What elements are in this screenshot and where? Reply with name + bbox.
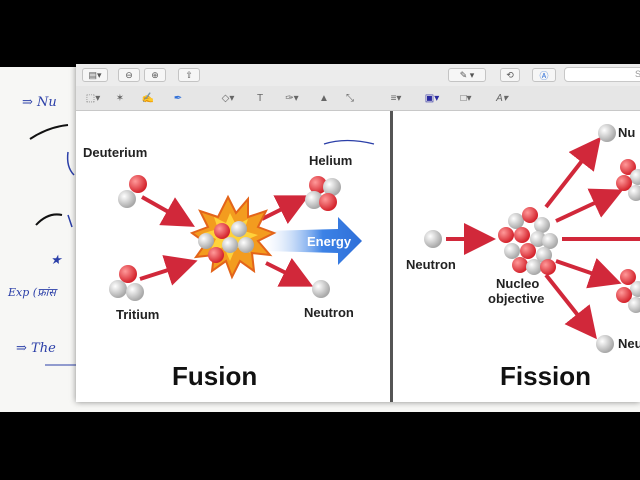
heavy-nucleus [498,207,558,275]
helium-proton [319,193,337,211]
sign-button[interactable]: ✑▾ [280,91,304,105]
zoom-out-icon: ⊖ [125,69,133,80]
preview-window: ▤▾ ⊖ ⊕ ⇧ ✎ ▾ ⟲ Ⓐ S ⬚▾ ✶ ✍ ✒ ◇▾ T ✑▾ ▲ ⤡ … [76,64,640,402]
tritium-label: Tritium [116,307,160,322]
pen-markup-button[interactable]: ✎ ▾ [448,68,486,82]
fission-neutron-arrow-top [544,136,601,209]
markup-toolbar: ⬚▾ ✶ ✍ ✒ ◇▾ T ✑▾ ▲ ⤡ ≡▾ ▣▾ □▾ A▾ [76,86,640,111]
search-placeholder: S [635,69,640,79]
fusion-neutron-label: Neutron [304,305,354,320]
fission-product-neutron-bottom [596,335,614,353]
text-style-button[interactable]: A▾ [490,91,514,105]
sidebar-toggle-button[interactable]: ▤▾ [82,68,108,82]
adjust-color-button[interactable]: ▲ [316,91,332,105]
helium-label: Helium [309,153,353,168]
deuterium-label: Deuterium [83,145,148,160]
draw-icon: ✒ [173,92,183,104]
deuterium-proton [129,175,147,193]
fill-color-button[interactable]: □▾ [454,91,478,105]
document-view: Deuterium Tritium Helium Neutron Energy … [76,111,640,402]
fusing-neutron [231,221,247,237]
instant-alpha-button[interactable]: ✶ [112,91,128,105]
fission-fragment-arrow-top [555,188,624,223]
magic-wand-icon: ✶ [115,92,125,104]
nucleus-label-line1: Nucleo [496,276,540,291]
helium-arrow [261,195,310,225]
nucleus-label-line2: objective [488,291,545,306]
adjust-color-icon: ▲ [319,92,329,104]
sketch-button[interactable]: ✍ [140,91,156,105]
fission-neutron-label: Neutron [406,257,456,272]
rotate-button[interactable]: ⟲ [500,68,520,82]
shapes-icon: ◇▾ [221,92,235,104]
rotate-icon: ⟲ [506,69,514,80]
share-button[interactable]: ⇧ [178,68,200,82]
resize-icon: ⤡ [346,92,354,104]
selection-rectangle-icon: ⬚▾ [85,92,101,104]
fusing-proton [208,247,224,263]
fusion-neutron-arrow [265,257,314,287]
diagram-divider [390,111,393,402]
selection-tool-button[interactable]: ⬚▾ [82,91,104,105]
fission-fragment-top [616,159,640,201]
fusion-title: Fusion [172,361,258,391]
energy-label: Energy [307,234,352,249]
incoming-neutron [424,230,442,248]
tritium-arrow [139,255,198,286]
line-style-button[interactable]: ≡▾ [384,91,408,105]
fusion-product-neutron [312,280,330,298]
fission-top-product-label: Nu [618,125,636,140]
zoom-in-icon: ⊕ [151,69,159,80]
pen-annotation-stroke [323,139,375,145]
fusion-fission-diagram [109,124,640,353]
border-color-icon: ▣▾ [424,92,440,104]
sidebar-icon: ▤▾ [88,69,102,80]
zoom-out-button[interactable]: ⊖ [118,68,140,82]
fission-fragment-bottom [616,269,640,313]
tritium-neutron [109,280,127,298]
fission-fragment-arrow-bottom [555,258,622,289]
border-color-button[interactable]: ▣▾ [420,91,444,105]
markup-icon: Ⓐ [539,70,549,81]
text-style-icon: A▾ [496,92,508,104]
fission-title: Fission [500,361,592,391]
deuterium-arrow [141,195,195,227]
draw-button[interactable]: ✒ [170,91,186,105]
fusing-proton [214,223,230,239]
pen-icon: ✎ ▾ [459,69,475,80]
fill-color-icon: □▾ [460,92,472,104]
fission-product-neutron-top [598,124,616,142]
line-style-icon: ≡▾ [390,92,402,104]
zoom-in-button[interactable]: ⊕ [144,68,166,82]
sketch-icon: ✍ [141,92,155,104]
window-toolbar: ▤▾ ⊖ ⊕ ⇧ ✎ ▾ ⟲ Ⓐ S [76,64,640,87]
deuterium-neutron [118,190,136,208]
tritium-proton [119,265,137,283]
markup-toolbar-button[interactable]: Ⓐ [532,68,556,82]
share-icon: ⇧ [185,69,193,80]
shapes-button[interactable]: ◇▾ [216,91,240,105]
text-box-icon: T [256,92,264,104]
signature-icon: ✑▾ [285,92,299,104]
fission-neutron-arrow-bottom [544,273,597,340]
tritium-neutron [126,283,144,301]
adjust-size-button[interactable]: ⤡ [342,91,358,105]
fusing-neutron [198,233,214,249]
fission-bottom-product-label: Neu [618,336,640,351]
fusing-neutron [238,237,254,253]
text-button[interactable]: T [252,91,268,105]
handwriting-strokes [29,124,76,366]
fusing-neutron [222,237,238,253]
search-input[interactable]: S [564,67,640,82]
